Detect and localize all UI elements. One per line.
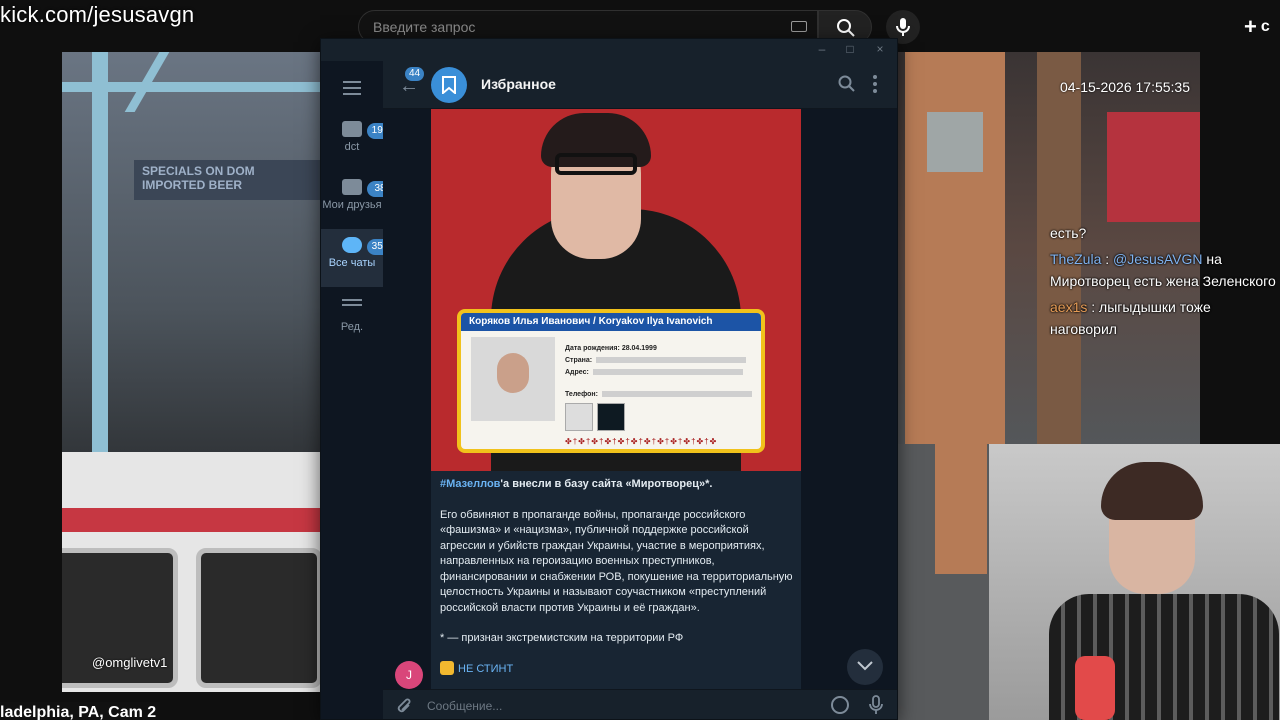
folder-label: Мои друзья <box>322 199 382 211</box>
keyboard-icon[interactable] <box>791 21 807 32</box>
hashtag-link[interactable]: #Мазеллов <box>440 478 500 490</box>
chat-title[interactable]: Избранное <box>481 76 556 92</box>
chevron-down-icon <box>857 661 873 671</box>
pillar-plate <box>927 112 983 172</box>
steel-beam <box>62 82 322 92</box>
streamer-microphone <box>1075 656 1115 720</box>
chats-icon: 352 <box>342 237 393 255</box>
id-card-ornament: ✤†✤†✤†✤†✤†✤†✤†✤†✤†✤†✤†✤ <box>565 437 718 446</box>
close-button[interactable]: × <box>873 43 887 57</box>
minimize-button[interactable]: – <box>815 43 829 57</box>
chat-mention[interactable]: @JesusAVGN <box>1113 251 1202 267</box>
microphone-icon[interactable] <box>869 695 883 715</box>
dob-label: Дата рождения: <box>565 345 620 352</box>
back-unread-badge: 44 <box>405 67 425 81</box>
emoji-icon <box>440 660 454 675</box>
steel-girder <box>92 52 108 452</box>
chat-folder-icon: 193 <box>342 121 393 139</box>
headline-text: 'а внесли в базу сайта «Миротворец»*. <box>500 478 713 490</box>
chat-message: aex1s : лыгыдышки тоже наговорил <box>1050 299 1211 337</box>
folder-label: Все чаты <box>328 257 376 269</box>
sender-avatar[interactable]: J <box>395 661 423 689</box>
folder-edit[interactable]: Ред. <box>321 289 383 347</box>
emoji-icon[interactable] <box>831 696 849 714</box>
folder-sidebar: 193 dct 38 Мои друзья 352 Все чаты Ред. <box>321 61 393 719</box>
paperclip-icon[interactable] <box>395 696 413 716</box>
camera-timestamp: 04-15-2026 17:55:35 <box>1060 79 1190 95</box>
chat-username[interactable]: TheZula <box>1050 251 1101 267</box>
bus-window <box>196 548 322 688</box>
plus-icon: + <box>1244 14 1257 39</box>
cam-credit: @omglivetv1 <box>92 655 168 670</box>
dob-value: 28.04.1999 <box>621 345 657 352</box>
red-storefront <box>1107 112 1200 222</box>
folder-label: Ред. <box>340 321 364 333</box>
stream-chat: есть? TheZula : @JesusAVGN на Миротворец… <box>1050 222 1280 344</box>
id-card-title: Коряков Илья Иванович / Koryakov Ilya Iv… <box>461 313 761 331</box>
shop-sign: SPECIALS ON DOM IMPORTED BEER <box>134 160 322 200</box>
chat-message: TheZula : @JesusAVGN на Миротворец есть … <box>1050 251 1276 289</box>
id-thumbnail <box>597 403 625 431</box>
message-bubble[interactable]: Коряков Илья Иванович / Koryakov Ilya Iv… <box>431 109 801 689</box>
folder-label: dct <box>344 141 360 153</box>
stream-url-overlay: kick.com/jesusavgn <box>0 2 195 27</box>
message-footnote: * — признан экстремистским на территории… <box>440 632 684 644</box>
message-headline: #Мазеллов'а внесли в базу сайта «Миротво… <box>440 477 796 493</box>
address-label: Адрес: <box>565 369 589 376</box>
id-thumbnail <box>565 403 593 431</box>
telegram-window: – □ × 193 dct 38 Мои друзья 352 Все чаты… <box>320 38 898 720</box>
redacted-field <box>592 369 743 376</box>
cam-caption: ladelphia, PA, Cam 2 <box>0 702 161 720</box>
maximize-button[interactable]: □ <box>843 43 857 57</box>
camera-feed-left: SPECIALS ON DOM IMPORTED BEER <box>62 52 322 692</box>
redacted-field <box>601 391 752 398</box>
message-list: Коряков Илья Иванович / Koryakov Ilya Iv… <box>383 109 897 689</box>
sliders-icon <box>342 299 362 315</box>
bookmark-icon <box>442 76 456 94</box>
link-text: НЕ СТИНТ <box>458 662 514 675</box>
saved-messages-avatar[interactable] <box>431 67 467 103</box>
chat-message: есть? <box>1050 222 1280 244</box>
message-link[interactable]: НЕ СТИНТ <box>440 660 796 678</box>
streamer-hair <box>1101 462 1203 520</box>
phone-label: Телефон: <box>565 391 598 398</box>
brick-pillar <box>935 444 987 574</box>
chat-header: ← 44 Избранное <box>383 61 897 109</box>
photo-glasses <box>555 153 637 175</box>
message-input[interactable] <box>427 694 807 718</box>
id-card-photo <box>471 337 555 421</box>
search-icon[interactable] <box>838 75 856 93</box>
chat-folder-icon: 38 <box>342 179 393 197</box>
message-text: #Мазеллов'а внесли в базу сайта «Миротво… <box>440 477 796 677</box>
redacted-field <box>596 357 747 364</box>
create-button-label: с <box>1260 18 1270 35</box>
message-composer <box>383 689 897 719</box>
streamer-webcam <box>989 444 1280 720</box>
microphone-icon <box>896 18 910 36</box>
scroll-to-bottom-button[interactable] <box>847 649 883 685</box>
more-options-icon[interactable] <box>873 75 879 93</box>
menu-icon[interactable] <box>343 81 361 95</box>
brick-pillar <box>905 52 1005 444</box>
folder-dct[interactable]: 193 dct <box>321 113 393 171</box>
create-button[interactable]: + с <box>1244 14 1280 40</box>
folder-my-friends[interactable]: 38 Мои друзья <box>321 171 393 229</box>
bus-stripe <box>62 508 322 532</box>
search-icon <box>837 19 855 37</box>
window-titlebar: – □ × <box>321 39 897 61</box>
camera-feed-lower <box>897 444 989 720</box>
chat-username[interactable]: aex1s <box>1050 299 1087 315</box>
message-photo[interactable]: Коряков Илья Иванович / Koryakov Ilya Iv… <box>431 109 801 471</box>
id-card-fields: Дата рождения: 28.04.1999 Страна: Адрес:… <box>565 343 752 401</box>
country-label: Страна: <box>565 357 593 364</box>
chat-text: есть? <box>1050 225 1087 241</box>
message-body: Его обвиняют в пропаганде войны, пропага… <box>440 508 793 614</box>
folder-all-chats[interactable]: 352 Все чаты <box>321 229 393 287</box>
id-card: Коряков Илья Иванович / Koryakov Ilya Iv… <box>457 309 765 453</box>
